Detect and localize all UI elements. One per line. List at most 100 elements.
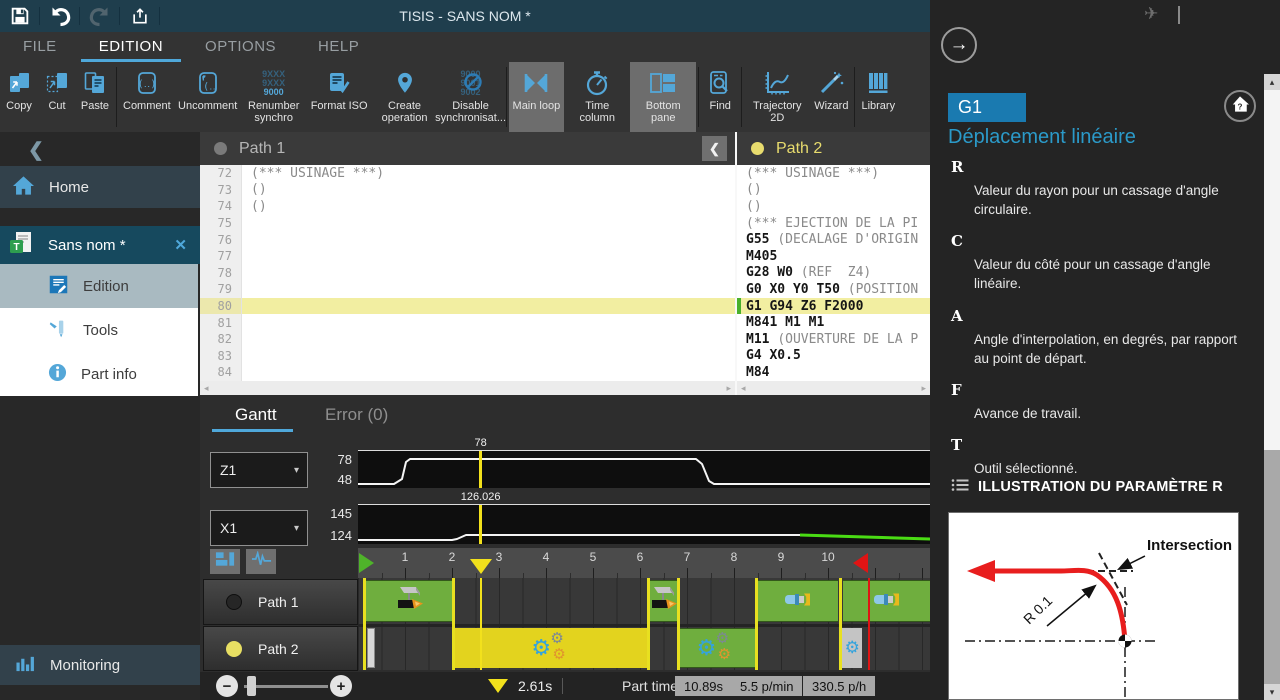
sidebar-item-home[interactable]: Home bbox=[0, 166, 200, 208]
gantt-block[interactable] bbox=[843, 580, 930, 622]
code-line[interactable]: M84 bbox=[737, 364, 930, 381]
gantt-lanes[interactable]: ⚙⚙⚙⚙⚙⚙⚙ bbox=[358, 578, 930, 670]
timeline-ruler[interactable]: 12345678910 bbox=[358, 548, 930, 578]
redo-icon[interactable] bbox=[86, 3, 113, 29]
path2-horizontal-scrollbar[interactable]: ◂ ▸ bbox=[737, 381, 930, 395]
comment-button[interactable]: (‥) Comment bbox=[119, 62, 175, 132]
sidebar-collapse-icon[interactable]: ❮ bbox=[28, 139, 44, 162]
code-line[interactable]: 84 bbox=[200, 364, 735, 381]
uncomment-button[interactable]: (‥ Uncomment bbox=[175, 62, 241, 132]
copy-button[interactable]: Copy bbox=[0, 62, 38, 132]
path2-code-area[interactable]: (*** USINAGE ***)()()(*** EJECTION DE LA… bbox=[737, 165, 930, 381]
zoom-slider-handle[interactable] bbox=[247, 676, 256, 696]
code-line[interactable]: 74() bbox=[200, 198, 735, 215]
code-line[interactable]: G55 (DECALAGE D'ORIGIN bbox=[737, 231, 930, 248]
code-line[interactable]: 76 bbox=[200, 231, 735, 248]
scroll-up-icon[interactable]: ▴ bbox=[1264, 74, 1280, 90]
gantt-row-path1[interactable]: Path 1 bbox=[203, 579, 358, 625]
code-line[interactable]: 80 bbox=[200, 298, 735, 315]
menu-help[interactable]: HELP bbox=[297, 32, 380, 62]
gantt-block[interactable] bbox=[366, 580, 452, 622]
help-panel-scrollbar[interactable]: ▴ ▾ bbox=[1264, 74, 1280, 700]
code-line[interactable]: 72(*** USINAGE ***) bbox=[200, 165, 735, 182]
code-line[interactable]: G4 X0.5 bbox=[737, 348, 930, 365]
main-loop-button[interactable]: Main loop bbox=[509, 62, 565, 132]
cut-button[interactable]: Cut bbox=[38, 62, 76, 132]
gantt-block[interactable] bbox=[758, 580, 839, 622]
tab-gantt[interactable]: Gantt bbox=[235, 405, 277, 425]
code-line[interactable]: (*** USINAGE ***) bbox=[737, 165, 930, 182]
code-line[interactable]: 78 bbox=[200, 265, 735, 282]
code-line[interactable]: () bbox=[737, 198, 930, 215]
code-line[interactable]: (*** EJECTION DE LA PI bbox=[737, 215, 930, 232]
panel-collapse-button[interactable]: ❮ bbox=[702, 136, 727, 161]
close-icon[interactable]: ✕ bbox=[174, 236, 187, 254]
sidebar-project-tab[interactable]: T Sans nom * ✕ bbox=[0, 226, 200, 264]
help-forward-button[interactable]: → bbox=[941, 27, 977, 63]
code-line[interactable]: M11 (OUVERTURE DE LA P bbox=[737, 331, 930, 348]
code-line[interactable]: 82 bbox=[200, 331, 735, 348]
gantt-view-button[interactable] bbox=[210, 549, 240, 574]
gantt-block[interactable]: ⚙⚙⚙ bbox=[455, 628, 648, 668]
code-line[interactable]: 79 bbox=[200, 281, 735, 298]
waveform-view-button[interactable] bbox=[246, 549, 276, 574]
tab-error[interactable]: Error (0) bbox=[325, 405, 388, 425]
code-line[interactable]: 83 bbox=[200, 348, 735, 365]
gantt-block[interactable]: ⚙⚙⚙ bbox=[678, 628, 755, 668]
zoom-in-button[interactable]: + bbox=[330, 675, 352, 697]
chart-cursor-line[interactable] bbox=[479, 505, 482, 544]
library-button[interactable]: Library bbox=[857, 62, 899, 132]
trajectory-2d-button[interactable]: Trajectory 2D bbox=[744, 62, 810, 132]
menu-edition[interactable]: EDITION bbox=[78, 32, 184, 62]
path1-code-area[interactable]: 72(*** USINAGE ***)73()74()7576777879808… bbox=[200, 165, 735, 381]
code-line[interactable]: G28 W0 (REF Z4) bbox=[737, 265, 930, 282]
gantt-block[interactable]: ⚙ bbox=[842, 628, 862, 668]
gantt-block[interactable] bbox=[367, 628, 375, 668]
format-iso-button[interactable]: Format ISO bbox=[307, 62, 372, 132]
scrollbar-thumb[interactable] bbox=[1264, 90, 1280, 450]
time-column-button[interactable]: Time column bbox=[564, 62, 630, 132]
path1-horizontal-scrollbar[interactable]: ◂ ▸ bbox=[200, 381, 735, 395]
save-icon[interactable] bbox=[6, 3, 33, 29]
zoom-slider-track[interactable] bbox=[244, 685, 328, 688]
create-operation-button[interactable]: Create operation bbox=[372, 62, 438, 132]
paste-button[interactable]: Paste bbox=[76, 62, 114, 132]
zoom-out-button[interactable]: − bbox=[216, 675, 238, 697]
code-line[interactable]: 77 bbox=[200, 248, 735, 265]
gantt-row-path2[interactable]: Path 2 bbox=[203, 626, 358, 671]
chart-cursor-line[interactable] bbox=[479, 451, 482, 488]
axis-selector-z1[interactable]: Z1 ▾ bbox=[210, 452, 308, 488]
wizard-button[interactable]: Wizard bbox=[810, 62, 852, 132]
code-line[interactable]: M841 M1 M1 bbox=[737, 314, 930, 331]
timeline-cursor-handle[interactable] bbox=[470, 559, 492, 574]
timeline-start-marker-icon[interactable] bbox=[359, 553, 374, 573]
scroll-left-icon[interactable]: ◂ bbox=[741, 383, 746, 394]
renumber-synchro-button[interactable]: 9XXX9XXX9000 Renumber synchro bbox=[241, 62, 307, 132]
code-line[interactable]: () bbox=[737, 182, 930, 199]
code-line[interactable]: 73() bbox=[200, 182, 735, 199]
scroll-right-icon[interactable]: ▸ bbox=[921, 383, 926, 394]
undo-icon[interactable] bbox=[46, 3, 73, 29]
sidebar-item-edition[interactable]: Edition bbox=[0, 264, 198, 308]
menu-file[interactable]: FILE bbox=[2, 32, 78, 62]
find-button[interactable]: Find bbox=[701, 62, 739, 132]
bottom-pane-button[interactable]: Bottom pane bbox=[630, 62, 696, 132]
code-line[interactable]: 75 bbox=[200, 215, 735, 232]
timeline-end-marker-icon[interactable] bbox=[853, 553, 868, 573]
sidebar-item-tools[interactable]: Tools bbox=[0, 308, 198, 352]
code-line[interactable]: 81 bbox=[200, 314, 735, 331]
code-line[interactable]: M405 bbox=[737, 248, 930, 265]
gantt-block[interactable] bbox=[649, 580, 677, 622]
scroll-down-icon[interactable]: ▾ bbox=[1264, 684, 1280, 700]
export-icon[interactable] bbox=[126, 3, 153, 29]
scroll-right-icon[interactable]: ▸ bbox=[726, 383, 731, 394]
disable-synchro-button[interactable]: 900090019002 Disable synchronisat... bbox=[438, 62, 504, 132]
pin-panel-icon[interactable]: ✈ bbox=[1144, 4, 1158, 24]
code-line[interactable]: G0 X0 Y0 T50 (POSITION bbox=[737, 281, 930, 298]
gantt-cursor-line[interactable] bbox=[480, 578, 482, 670]
sidebar-item-part-info[interactable]: Part info bbox=[0, 352, 198, 396]
scroll-left-icon[interactable]: ◂ bbox=[204, 383, 209, 394]
sidebar-item-monitoring[interactable]: Monitoring bbox=[0, 645, 200, 685]
code-line[interactable]: G1 G94 Z6 F2000 bbox=[737, 298, 930, 315]
help-home-button[interactable]: ? bbox=[1224, 90, 1256, 122]
